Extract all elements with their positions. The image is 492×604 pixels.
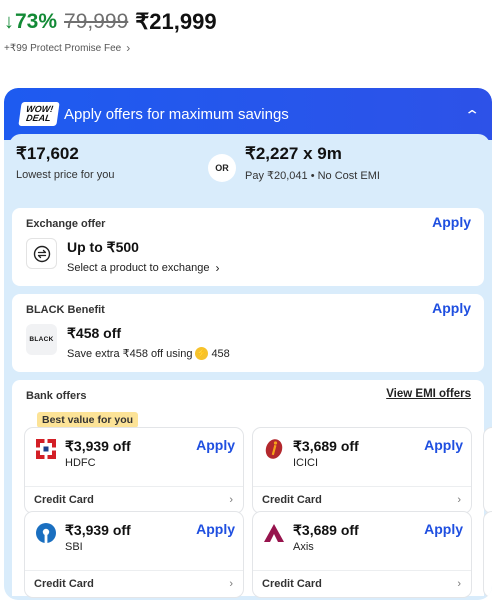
offers-banner-toggle[interactable]: WOW! DEAL Apply offers for maximum savin… xyxy=(4,88,492,140)
card-type: Credit Card xyxy=(262,578,322,590)
chevron-right-icon: › xyxy=(457,494,461,506)
bank-apply-button[interactable]: Apply xyxy=(196,521,235,537)
exchange-offer-details[interactable]: Up to ₹500 Select a product to exchange › xyxy=(67,239,219,275)
protect-fee-text: +₹99 Protect Promise Fee xyxy=(4,42,122,54)
chevron-right-icon: › xyxy=(215,261,220,275)
next-bank-card-peek xyxy=(483,427,492,514)
view-emi-offers-link[interactable]: View EMI offers xyxy=(386,388,471,400)
wow-deal-logo: WOW! DEAL xyxy=(18,102,60,126)
bank-apply-button[interactable]: Apply xyxy=(424,521,463,537)
bank-name: ICICI xyxy=(293,457,319,469)
protect-fee-link[interactable]: +₹99 Protect Promise Fee › xyxy=(4,41,130,55)
card-type: Credit Card xyxy=(262,494,322,506)
hdfc-logo xyxy=(35,438,57,460)
bank-offer-amount: ₹3,689 off xyxy=(293,522,359,538)
price-row: ↓ 73% 79,999 ₹21,999 xyxy=(4,8,217,36)
chevron-up-icon[interactable]: ⌄ xyxy=(464,106,480,123)
axis-logo xyxy=(263,522,285,544)
mrp-price: 79,999 xyxy=(64,10,129,33)
supercoin-icon: ⚡ xyxy=(195,347,209,360)
black-offer-sub: Save extra ₹458 off using xyxy=(67,348,193,360)
black-apply-button[interactable]: Apply xyxy=(432,300,471,316)
bank-name: Axis xyxy=(293,541,314,553)
best-price-summary: ₹17,602 Lowest price for you OR ₹2,227 x… xyxy=(9,134,490,200)
emi-label: Pay ₹20,041 • No Cost EMI xyxy=(245,170,380,182)
bank-offers-title: Bank offers xyxy=(26,390,87,402)
sbi-logo xyxy=(35,522,57,544)
card-type: Credit Card xyxy=(34,578,94,590)
exchange-offer-heading: Up to ₹500 xyxy=(67,239,139,255)
bank-offer-hdfc[interactable]: ₹3,939 off HDFC Apply Credit Card › xyxy=(24,427,244,514)
chevron-right-icon: › xyxy=(126,41,131,55)
bank-offer-amount: ₹3,939 off xyxy=(65,438,131,454)
bank-offer-amount: ₹3,939 off xyxy=(65,522,131,538)
exchange-offer-card: Exchange offer Apply Up to ₹500 Select a… xyxy=(12,208,484,286)
black-offer-heading: ₹458 off xyxy=(67,325,122,341)
black-benefit-title: BLACK Benefit xyxy=(26,304,105,316)
black-benefit-card: BLACK Benefit Apply BLACK ₹458 off Save … xyxy=(12,294,484,372)
exchange-apply-button[interactable]: Apply xyxy=(432,214,471,230)
bank-offer-icici[interactable]: ₹3,689 off ICICI Apply Credit Card › xyxy=(252,427,472,514)
bank-apply-button[interactable]: Apply xyxy=(424,437,463,453)
card-type-row[interactable]: Credit Card › xyxy=(253,486,471,513)
bank-name: SBI xyxy=(65,541,83,553)
bank-offer-sbi[interactable]: ₹3,939 off SBI Apply Credit Card › xyxy=(24,511,244,598)
arrow-down-icon: ↓ xyxy=(4,10,14,33)
chevron-right-icon: › xyxy=(457,578,461,590)
black-offer-details: ₹458 off Save extra ₹458 off using ⚡ 458 xyxy=(67,325,230,360)
emi-amount: ₹2,227 x 9m xyxy=(245,144,342,163)
lowest-price-amount: ₹17,602 xyxy=(16,144,79,163)
exchange-offer-sub: Select a product to exchange xyxy=(67,262,210,274)
icici-logo xyxy=(263,438,285,460)
lowest-price-label: Lowest price for you xyxy=(16,169,115,181)
discount-percent: ↓ 73% xyxy=(4,10,58,33)
bank-apply-button[interactable]: Apply xyxy=(196,437,235,453)
card-type: Credit Card xyxy=(34,494,94,506)
banner-title: Apply offers for maximum savings xyxy=(64,105,289,123)
offers-panel: WOW! DEAL Apply offers for maximum savin… xyxy=(4,88,492,600)
bank-name: HDFC xyxy=(65,457,96,469)
emi-option: ₹2,227 x 9m Pay ₹20,041 • No Cost EMI xyxy=(245,144,380,182)
card-type-row[interactable]: Credit Card › xyxy=(25,486,243,513)
lowest-price: ₹17,602 Lowest price for you xyxy=(16,144,114,181)
sale-price: ₹21,999 xyxy=(135,9,217,34)
bank-offer-amount: ₹3,689 off xyxy=(293,438,359,454)
black-logo: BLACK xyxy=(26,324,57,355)
or-divider: OR xyxy=(208,154,236,182)
next-bank-card-peek xyxy=(483,511,492,598)
card-type-row[interactable]: Credit Card › xyxy=(25,570,243,597)
card-type-row[interactable]: Credit Card › xyxy=(253,570,471,597)
exchange-icon xyxy=(26,238,57,269)
exchange-offer-title: Exchange offer xyxy=(26,218,106,230)
bank-offer-axis[interactable]: ₹3,689 off Axis Apply Credit Card › xyxy=(252,511,472,598)
best-value-badge: Best value for you xyxy=(37,412,139,428)
offers-body: ₹17,602 Lowest price for you OR ₹2,227 x… xyxy=(9,134,492,598)
coin-amount: 458 xyxy=(211,347,230,360)
chevron-right-icon: › xyxy=(229,494,233,506)
chevron-right-icon: › xyxy=(229,578,233,590)
